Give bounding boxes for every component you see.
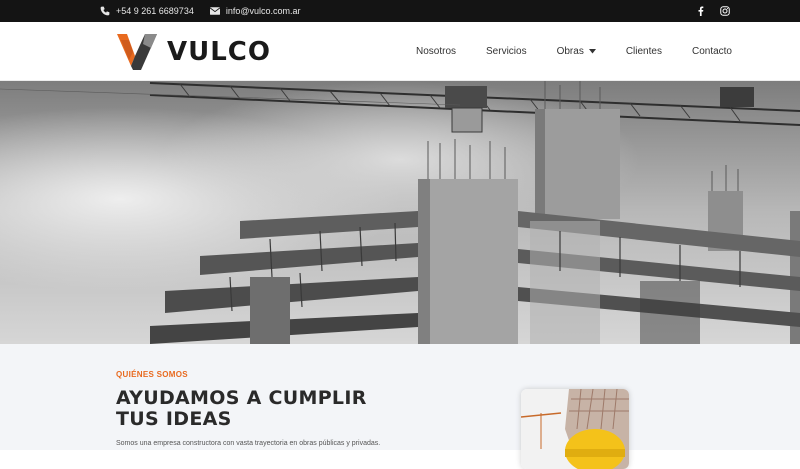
nav-label: Obras (556, 46, 584, 57)
about-section: QUIÉNES SOMOS AYUDAMOS A CUMPLIR TUS IDE… (0, 344, 800, 469)
construction-illustration (0, 81, 800, 344)
envelope-icon (209, 7, 220, 15)
logo-text: VULCO (167, 37, 271, 67)
nav-contacto[interactable]: Contacto (692, 46, 732, 57)
nav-label: Servicios (486, 46, 527, 57)
site-header: VULCO Nosotros Servicios Obras Clientes … (0, 22, 800, 81)
logo[interactable]: VULCO (115, 32, 271, 72)
section-title: AYUDAMOS A CUMPLIR TUS IDEAS (116, 387, 367, 430)
vulco-logo-mark (117, 34, 157, 70)
top-contact-bar: +54 9 261 6689734 info@vulco.com.ar (0, 0, 800, 22)
nav-clientes[interactable]: Clientes (626, 46, 662, 57)
nav-label: Nosotros (416, 46, 457, 57)
nav-obras[interactable]: Obras (557, 46, 596, 57)
nav-label: Clientes (625, 46, 662, 57)
nav-nosotros[interactable]: Nosotros (416, 46, 456, 57)
social-links (696, 0, 730, 22)
email-address: info@vulco.com.ar (225, 6, 301, 16)
hero-construction-image (0, 81, 800, 344)
phone-number: +54 9 261 6689734 (116, 6, 194, 16)
nav-label: Contacto (691, 46, 732, 57)
worker-helmet-image (521, 389, 629, 469)
instagram-icon[interactable] (720, 6, 730, 16)
email-link[interactable]: info@vulco.com.ar (209, 6, 301, 16)
section-eyebrow: QUIÉNES SOMOS (116, 370, 188, 379)
main-nav: Nosotros Servicios Obras Clientes Contac… (416, 22, 732, 81)
caret-down-icon (588, 49, 596, 54)
nav-servicios[interactable]: Servicios (486, 46, 527, 57)
section-description: Somos una empresa constructora con vasta… (116, 440, 381, 447)
contact-info: +54 9 261 6689734 info@vulco.com.ar (100, 0, 301, 22)
worker-photo (521, 389, 629, 469)
phone-link[interactable]: +54 9 261 6689734 (100, 6, 194, 16)
facebook-icon[interactable] (696, 6, 706, 16)
phone-icon (100, 6, 110, 16)
